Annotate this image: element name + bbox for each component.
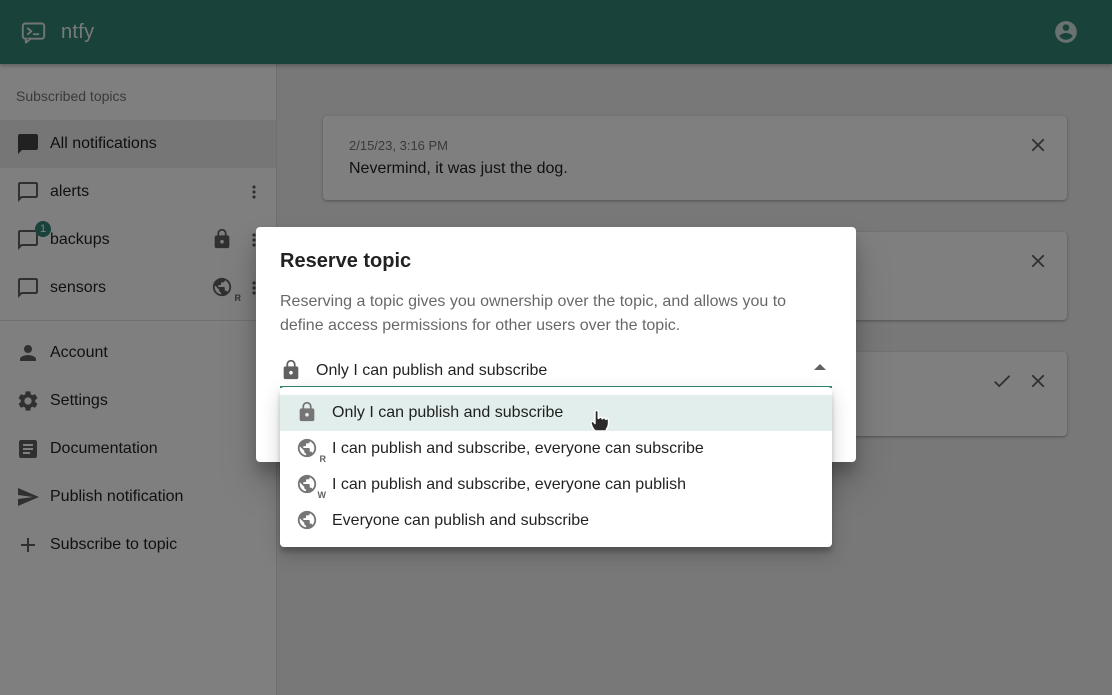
dialog-title: Reserve topic bbox=[280, 250, 832, 273]
lock-icon bbox=[280, 359, 304, 383]
globe-read-icon: R bbox=[296, 437, 320, 461]
select-value: Only I can publish and subscribe bbox=[316, 362, 547, 380]
access-permission-select[interactable]: Only I can publish and subscribe bbox=[280, 355, 832, 388]
chevron-up-icon bbox=[814, 364, 826, 370]
dialog-description: Reserving a topic gives you ownership ov… bbox=[280, 290, 832, 338]
lock-icon bbox=[296, 401, 320, 425]
menu-item-label: I can publish and subscribe, everyone ca… bbox=[332, 476, 686, 494]
menu-item-only-i[interactable]: Only I can publish and subscribe bbox=[280, 395, 832, 431]
menu-item-label: Everyone can publish and subscribe bbox=[332, 512, 589, 530]
menu-item-everyone-can-subscribe[interactable]: R I can publish and subscribe, everyone … bbox=[280, 431, 832, 467]
globe-icon bbox=[296, 509, 320, 533]
menu-item-label: Only I can publish and subscribe bbox=[332, 404, 563, 422]
menu-item-everyone[interactable]: Everyone can publish and subscribe bbox=[280, 503, 832, 539]
menu-item-everyone-can-publish[interactable]: W I can publish and subscribe, everyone … bbox=[280, 467, 832, 503]
access-permission-menu: Only I can publish and subscribe R I can… bbox=[280, 387, 832, 547]
globe-write-icon: W bbox=[296, 473, 320, 497]
menu-item-label: I can publish and subscribe, everyone ca… bbox=[332, 440, 704, 458]
